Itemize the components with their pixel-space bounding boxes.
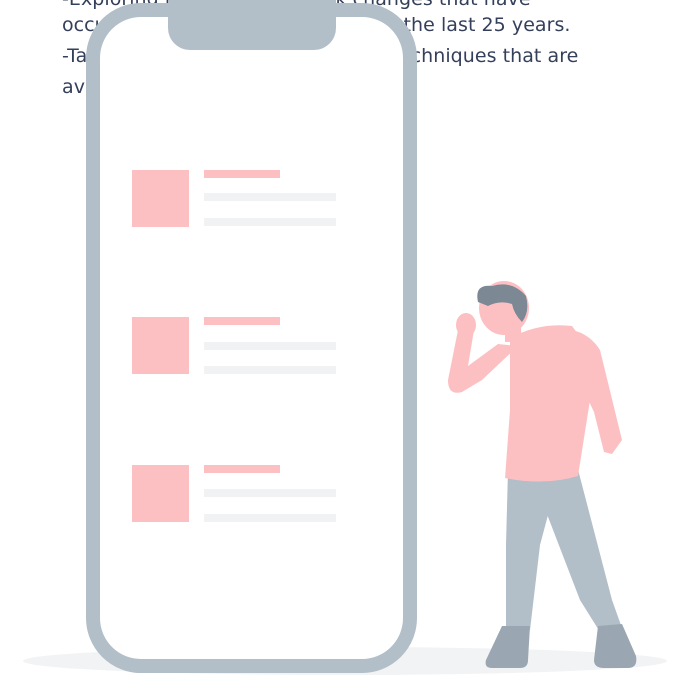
list-item-text-bar [204,489,336,497]
person-hand [456,313,476,337]
list-item-text-bar [204,366,336,374]
person-illustration [448,281,637,668]
person-front-leg [506,470,560,630]
person-shoe [485,626,530,668]
phone-notch [168,0,336,50]
list-item-title-bar [204,170,280,178]
list-item-thumbnail [132,465,189,522]
list-item-text-bar [204,218,336,226]
list-item-text-bar [204,342,336,350]
phone-person-illustration [23,0,667,675]
person-torso [505,325,591,482]
list-item-title-bar [204,465,280,473]
person-shoe [594,624,637,668]
list-item-title-bar [204,317,280,325]
list-item-thumbnail [132,170,189,227]
phone-illustration [86,0,417,673]
list-item-thumbnail [132,317,189,374]
list-item-text-bar [204,514,336,522]
list-item-text-bar [204,193,336,201]
